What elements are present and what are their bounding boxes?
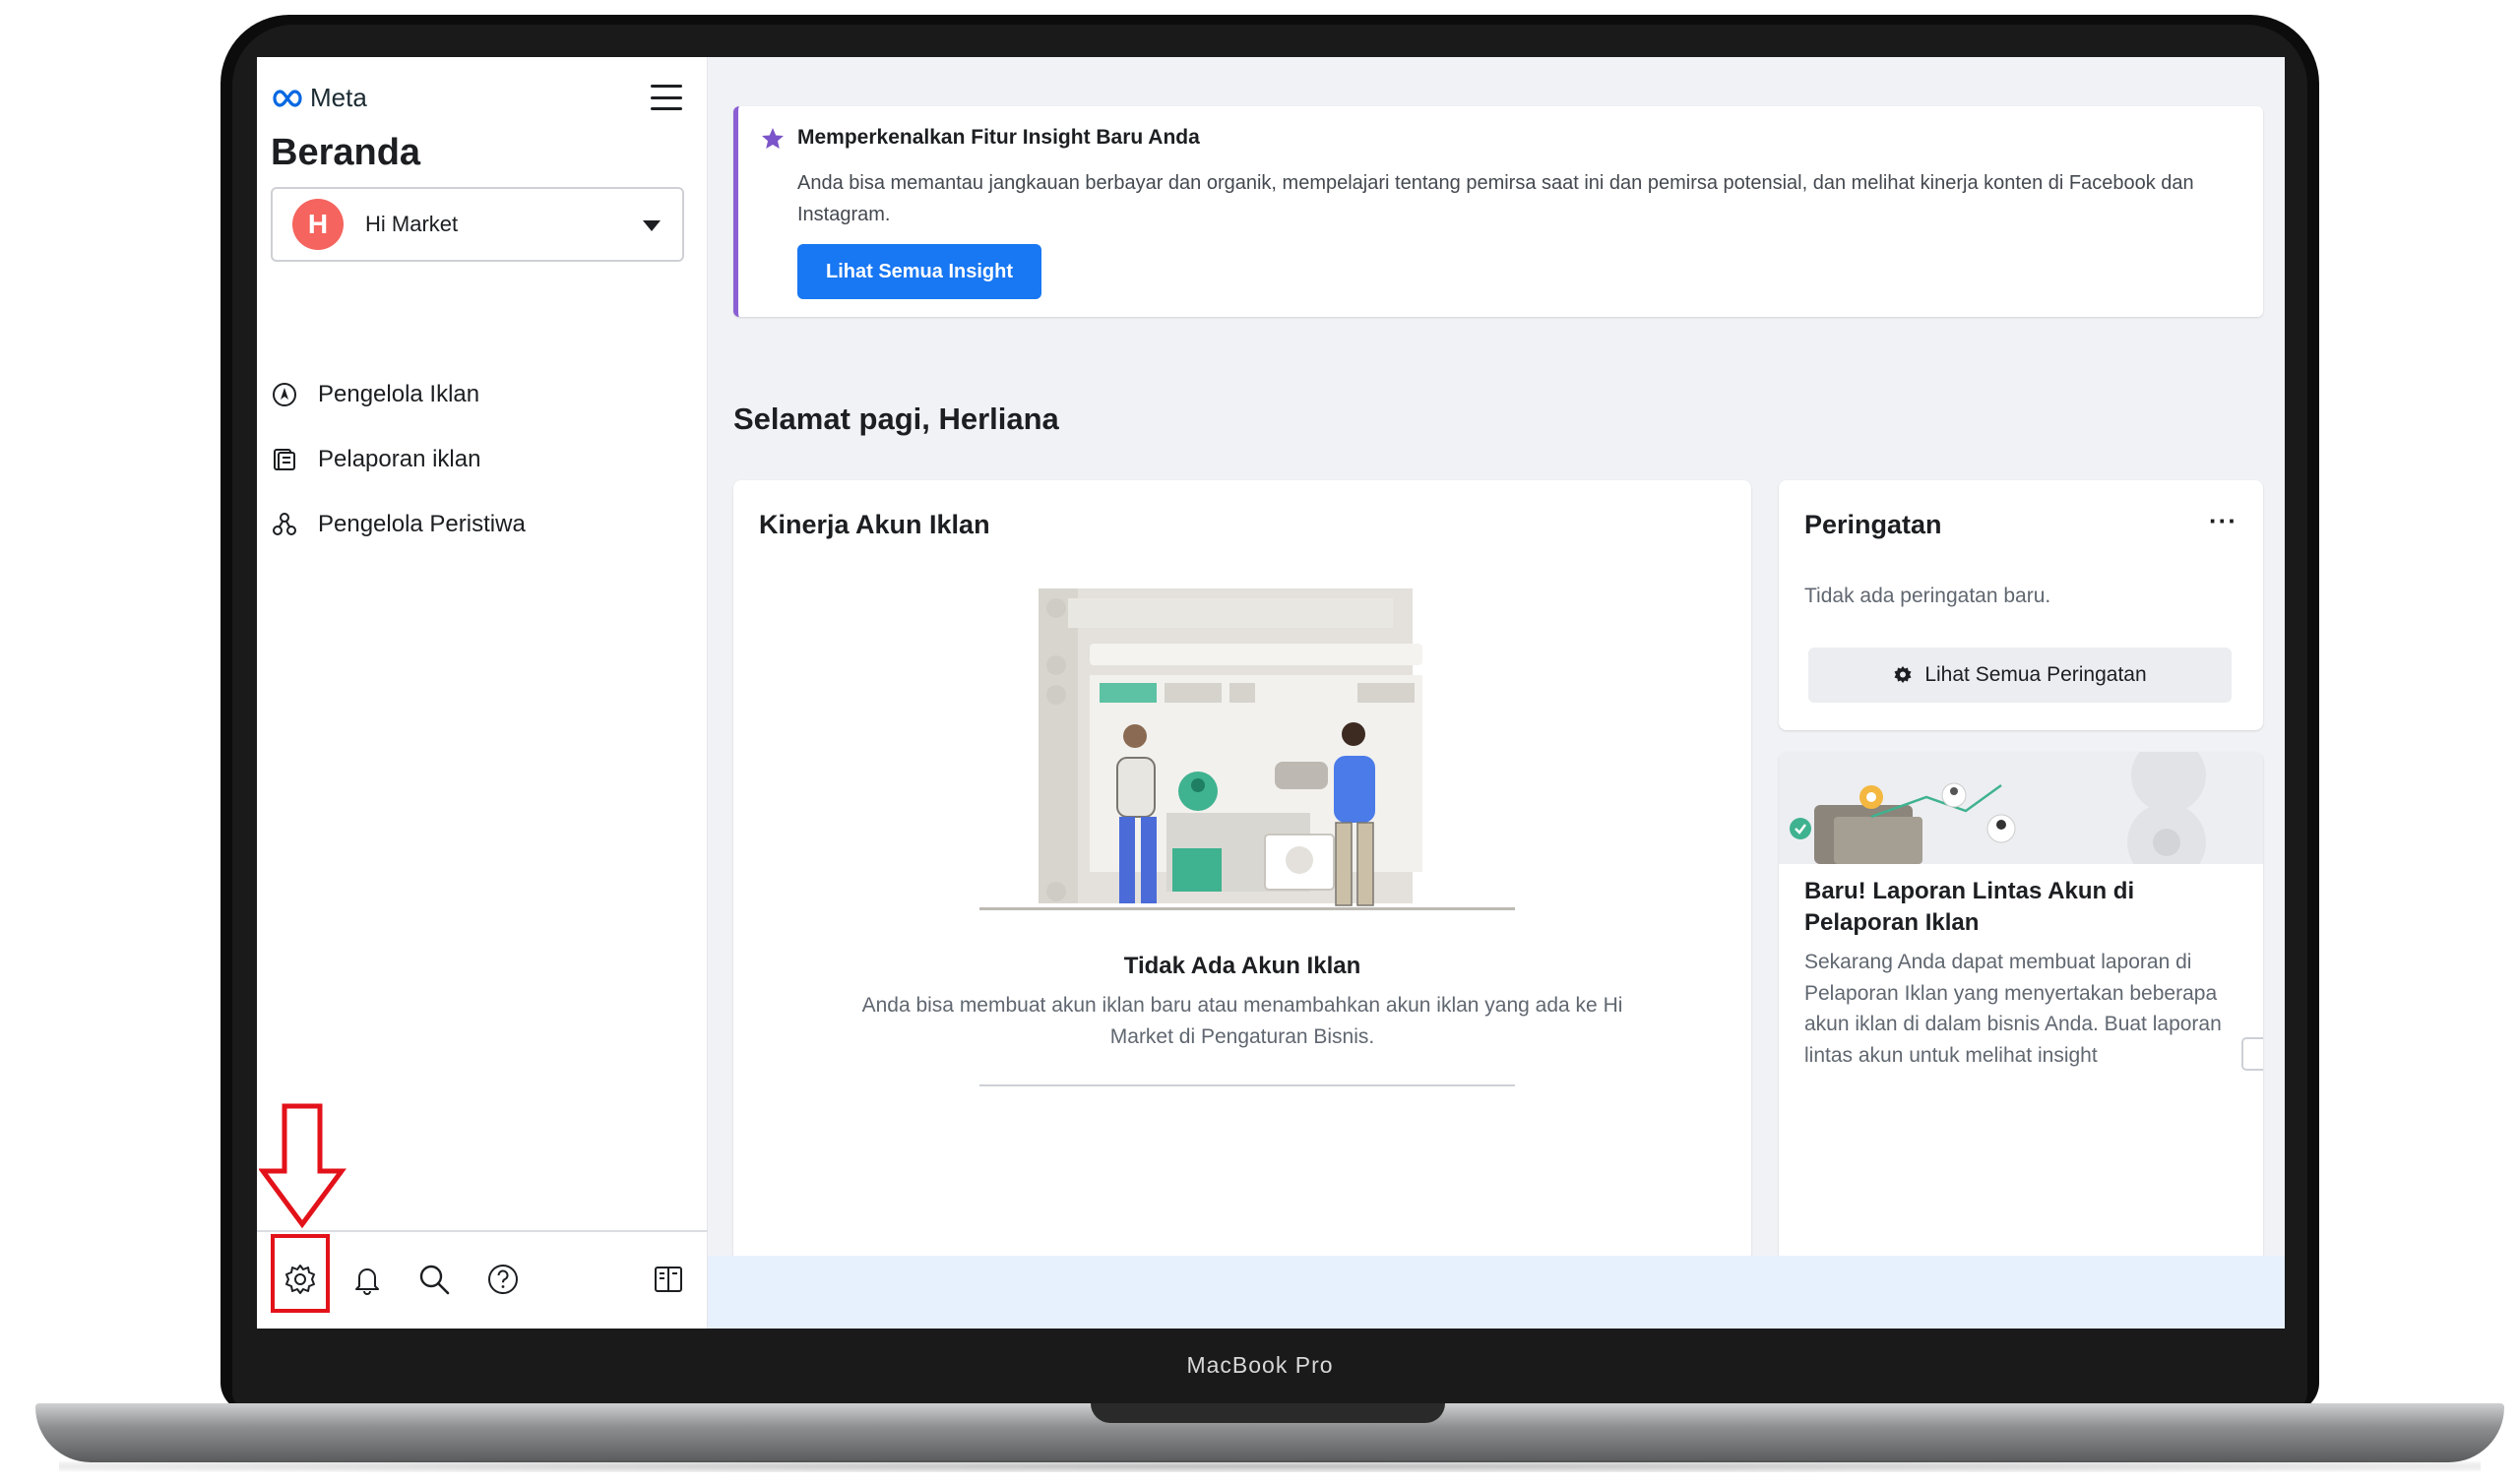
promo-illustration	[1779, 752, 2263, 864]
help-icon[interactable]	[483, 1260, 523, 1299]
insight-banner: Memperkenalkan Fitur Insight Baru Anda A…	[733, 106, 2263, 317]
divider	[979, 1084, 1515, 1086]
view-all-insights-button[interactable]: Lihat Semua Insight	[797, 244, 1041, 299]
empty-state-illustration	[979, 588, 1515, 910]
screen: Meta Beranda H Hi Market Pengelola Iklan	[257, 57, 2285, 1329]
sidebar-item-events-manager[interactable]: Pengelola Peristiwa	[271, 492, 526, 557]
chevron-down-icon	[643, 220, 661, 231]
events-icon	[271, 511, 298, 538]
meta-infinity-icon	[273, 89, 302, 107]
sidebar-bottom-bar	[257, 1230, 708, 1329]
account-avatar: H	[292, 199, 344, 250]
panel-toggle-icon[interactable]	[649, 1260, 688, 1299]
account-selector[interactable]: H Hi Market	[271, 187, 684, 262]
sidebar-item-ads-manager[interactable]: Pengelola Iklan	[271, 362, 526, 427]
sidebar-item-ads-reporting[interactable]: Pelaporan iklan	[271, 427, 526, 492]
page-title: Beranda	[271, 132, 421, 173]
main-content: Memperkenalkan Fitur Insight Baru Anda A…	[708, 57, 2285, 1329]
empty-state-text: Anda bisa membuat akun iklan baru atau m…	[861, 994, 1623, 1048]
settings-icon[interactable]	[281, 1260, 320, 1299]
sidebar-item-label: Pelaporan iklan	[318, 446, 481, 472]
sidebar: Meta Beranda H Hi Market Pengelola Iklan	[257, 57, 708, 1329]
meta-logo-text: Meta	[310, 83, 367, 112]
feedback-icon[interactable]	[2241, 1037, 2263, 1071]
account-name: Hi Market	[365, 212, 459, 236]
report-icon	[271, 446, 298, 473]
search-icon[interactable]	[414, 1260, 454, 1299]
compass-icon	[271, 381, 298, 408]
gear-icon	[1894, 666, 1912, 683]
card-title: Kinerja Akun Iklan	[759, 510, 990, 539]
banner-text: Anda bisa memantau jangkauan berbayar da…	[797, 172, 2194, 225]
card-title: Peringatan	[1804, 510, 1942, 539]
sidebar-item-label: Pengelola Iklan	[318, 381, 480, 407]
menu-icon[interactable]	[651, 85, 682, 110]
view-all-warnings-button[interactable]: Lihat Semua Peringatan	[1808, 648, 2232, 703]
button-label: Lihat Semua Peringatan	[1924, 663, 2147, 686]
sidebar-nav: Pengelola Iklan Pelaporan iklan Pengelol…	[271, 362, 526, 557]
bottom-strip	[708, 1256, 2285, 1329]
star-icon	[762, 128, 784, 149]
device-label: MacBook Pro	[1186, 1352, 1334, 1378]
banner-title: Memperkenalkan Fitur Insight Baru Anda	[797, 126, 1200, 149]
laptop-notch	[1091, 1403, 1445, 1423]
empty-state-title: Tidak Ada Akun Iklan	[1123, 953, 1361, 979]
warnings-card: Peringatan ··· Tidak ada peringatan baru…	[1779, 480, 2263, 730]
promo-title: Baru! Laporan Lintas Akun di Pelaporan I…	[1804, 878, 2135, 936]
cross-account-report-promo-card: Baru! Laporan Lintas Akun di Pelaporan I…	[1779, 752, 2263, 1329]
meta-logo[interactable]: Meta	[271, 83, 367, 113]
annotation-arrow	[259, 1103, 346, 1229]
sidebar-item-label: Pengelola Peristiwa	[318, 511, 526, 537]
more-options-icon[interactable]: ···	[2209, 506, 2237, 536]
bell-icon[interactable]	[347, 1260, 387, 1299]
ad-account-performance-card: Kinerja Akun Iklan Tidak Ada Akun Iklan …	[733, 480, 1751, 1329]
warnings-empty-text: Tidak ada peringatan baru.	[1804, 585, 2051, 607]
greeting: Selamat pagi, Herliana	[733, 402, 1059, 436]
stage: MacBook Pro Meta Beranda H Hi Market Pen…	[0, 0, 2520, 1484]
promo-text: Sekarang Anda dapat membuat laporan di P…	[1804, 951, 2222, 1067]
